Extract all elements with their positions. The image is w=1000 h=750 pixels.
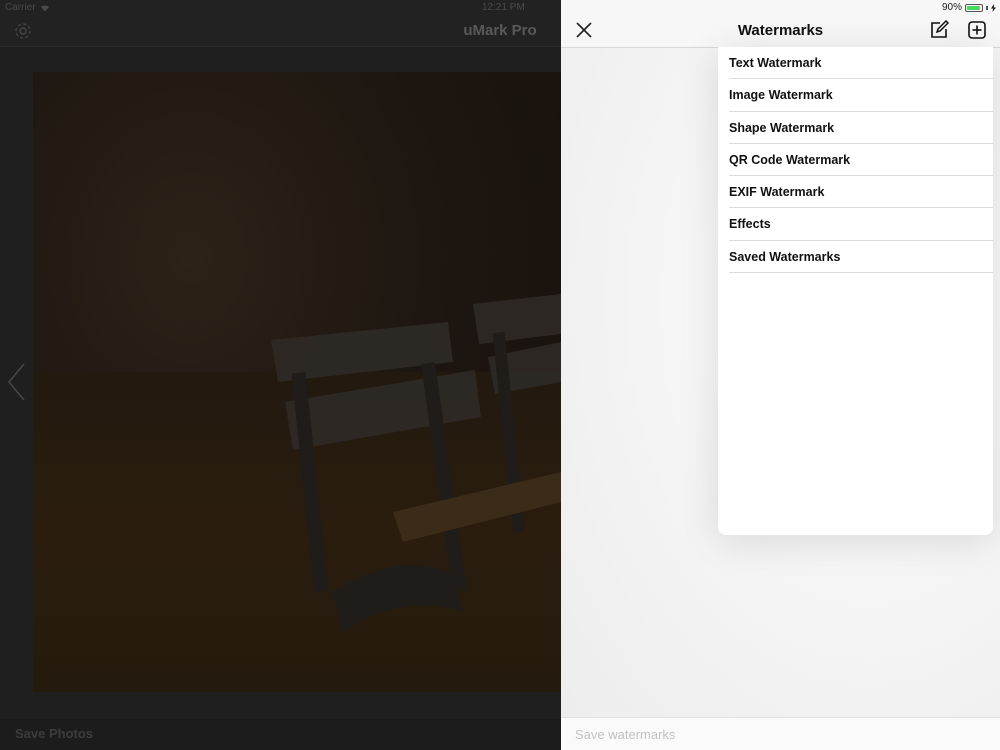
edit-icon[interactable] <box>929 20 949 40</box>
menu-item-image-watermark[interactable]: Image Watermark <box>729 79 993 112</box>
wifi-icon <box>40 4 49 11</box>
chevron-left-icon[interactable] <box>6 362 28 402</box>
menu-item-qr-code-watermark[interactable]: QR Code Watermark <box>729 144 993 177</box>
menu-item-saved-watermarks[interactable]: Saved Watermarks <box>729 241 993 274</box>
menu-item-exif-watermark[interactable]: EXIF Watermark <box>729 176 993 209</box>
panel-footer: Save watermarks <box>561 717 1000 750</box>
battery-percent: 90% <box>941 2 962 13</box>
bench-illustration <box>271 294 561 632</box>
battery-indicator: 90% <box>942 2 996 13</box>
save-watermarks-button[interactable]: Save watermarks <box>575 727 675 742</box>
status-bar: Carrier 12:21 PM 90% <box>0 0 1000 16</box>
charging-icon <box>991 3 996 12</box>
menu-item-shape-watermark[interactable]: Shape Watermark <box>729 112 993 144</box>
photo-preview <box>33 72 561 692</box>
save-photos-button[interactable]: Save Photos <box>15 726 93 741</box>
add-icon[interactable] <box>967 20 987 40</box>
main-app-background: Save Photos <box>0 0 561 750</box>
menu-item-effects[interactable]: Effects <box>729 208 993 241</box>
battery-icon <box>965 3 983 12</box>
carrier-label: Carrier <box>5 2 36 13</box>
menu-item-text-watermark[interactable]: Text Watermark <box>729 47 993 80</box>
watermark-type-menu: Text Watermark Image Watermark Shape Wat… <box>718 47 993 535</box>
watermarks-panel: Watermarks Text Watermark Image Watermar… <box>561 0 1000 750</box>
carrier-group: Carrier <box>5 2 50 13</box>
status-time: 12:21 PM <box>482 2 525 13</box>
